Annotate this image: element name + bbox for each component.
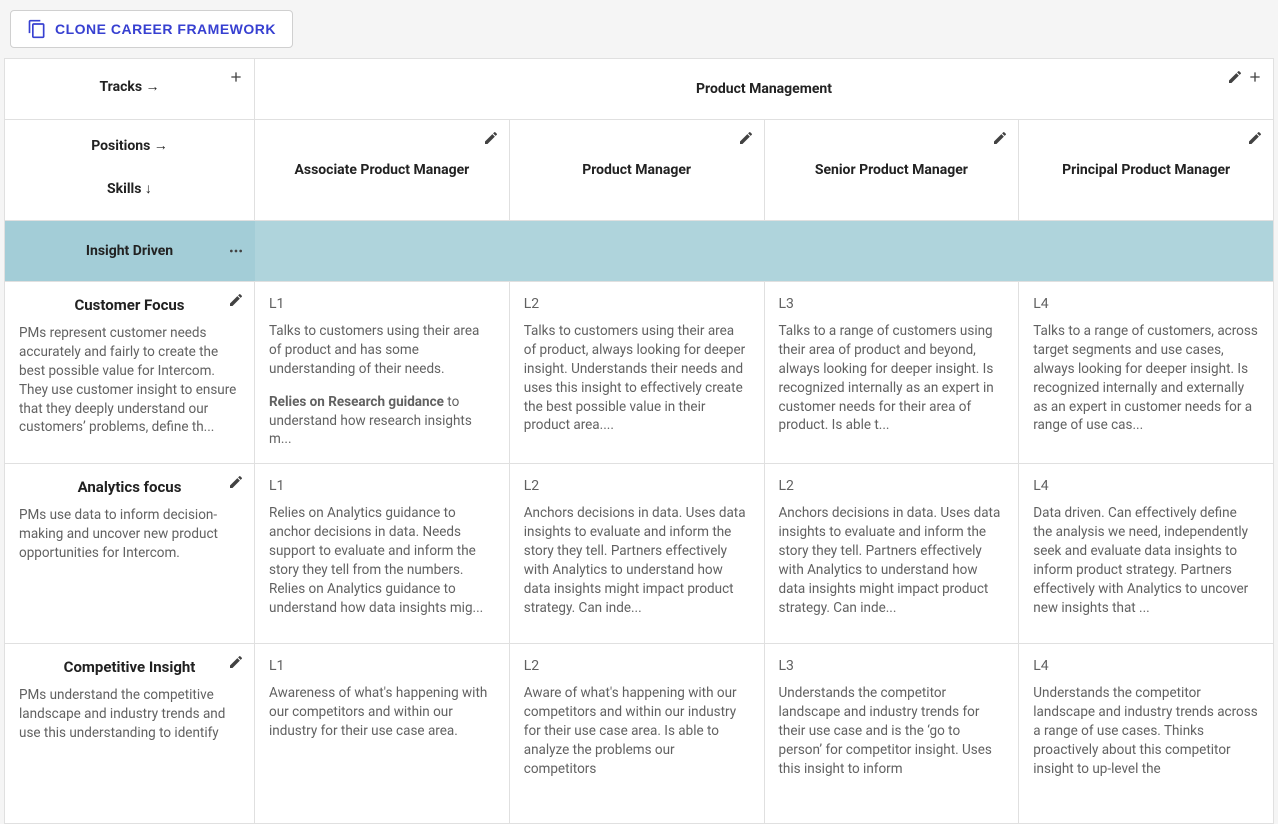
track-title: Product Management [696,81,832,97]
level-label: L2 [524,296,750,312]
positions-header-row: Positions → Skills ↓ Associate Product M… [5,119,1273,220]
level-label: L2 [524,478,750,494]
cell-body: Talks to customers using their area of p… [524,322,750,435]
skills-label: Skills ↓ [17,180,242,197]
skill-desc-1: PMs use data to inform decision-making a… [19,506,240,563]
positions-label: Positions → [17,137,242,154]
skill-row-0: Customer Focus PMs represent customer ne… [5,281,1273,463]
level-label: L3 [779,296,1005,312]
category-label: Insight Driven [17,243,242,259]
position-title-0: Associate Product Manager [294,162,469,178]
pencil-icon [228,474,244,490]
skill-1-cell-2: L2 Anchors decisions in data. Uses data … [765,464,1020,643]
skill-1-cell-0: L1 Relies on Analytics guidance to ancho… [255,464,510,643]
cell-body-2: Relies on Research guidance to understan… [269,393,495,450]
level-label: L4 [1033,478,1259,494]
clone-framework-label: Clone Career Framework [55,21,276,37]
cell-body: Anchors decisions in data. Uses data ins… [524,504,750,617]
position-title-1: Product Manager [582,162,691,178]
skill-0-cell-2: L3 Talks to a range of customers using t… [765,282,1020,463]
skill-row-2: Competitive Insight PMs understand the c… [5,643,1273,823]
clone-framework-button[interactable]: Clone Career Framework [10,10,293,48]
pencil-icon [1247,130,1263,146]
cell-body: Understands the competitor landscape and… [779,684,1005,778]
edit-skill-2-button[interactable] [226,652,246,675]
position-title-2: Senior Product Manager [815,162,968,178]
skill-1-cell-3: L4 Data driven. Can effectively define t… [1019,464,1273,643]
add-in-track-button[interactable] [1245,67,1265,90]
pencil-icon [483,130,499,146]
level-label: L1 [269,478,495,494]
pencil-icon [992,130,1008,146]
plus-icon [228,69,244,85]
category-menu-button[interactable] [226,241,246,264]
add-track-button[interactable] [226,67,246,90]
edit-skill-1-button[interactable] [226,472,246,495]
copy-icon [27,19,47,39]
edit-position-3-button[interactable] [1245,128,1265,151]
level-label: L3 [779,658,1005,674]
tracks-label: Tracks → [17,78,242,95]
edit-track-button[interactable] [1225,67,1245,90]
cell-body: Data driven. Can effectively define the … [1033,504,1259,617]
skill-desc-2: PMs understand the competitive landscape… [19,686,240,743]
level-label: L4 [1033,296,1259,312]
position-col-0: Associate Product Manager [255,120,510,220]
skill-row-1: Analytics focus PMs use data to inform d… [5,463,1273,643]
skill-title-0: Customer Focus [19,296,240,314]
pencil-icon [228,654,244,670]
level-label: L2 [779,478,1005,494]
skill-1-cell-1: L2 Anchors decisions in data. Uses data … [510,464,765,643]
cell-body: Talks to a range of customers using thei… [779,322,1005,435]
skill-desc-0: PMs represent customer needs accurately … [19,324,240,437]
level-label: L1 [269,296,495,312]
cell-body: Awareness of what's happening with our c… [269,684,495,741]
skill-2-cell-2: L3 Understands the competitor landscape … [765,644,1020,823]
level-label: L1 [269,658,495,674]
cell-body: Understands the competitor landscape and… [1033,684,1259,778]
position-col-2: Senior Product Manager [765,120,1020,220]
pencil-icon [738,130,754,146]
cell-body: Anchors decisions in data. Uses data ins… [779,504,1005,617]
plus-icon [1247,69,1263,85]
cell-body: Aware of what's happening with our compe… [524,684,750,778]
cell-body-strong: Relies on Research guidance [269,394,444,410]
skill-0-cell-1: L2 Talks to customers using their area o… [510,282,765,463]
position-col-1: Product Manager [510,120,765,220]
tracks-header-row: Tracks → Product Management [5,58,1273,119]
level-label: L2 [524,658,750,674]
skill-0-cell-3: L4 Talks to a range of customers, across… [1019,282,1273,463]
level-label: L4 [1033,658,1259,674]
edit-position-2-button[interactable] [990,128,1010,151]
skill-2-cell-1: L2 Aware of what's happening with our co… [510,644,765,823]
skill-0-cell-0: L1 Talks to customers using their area o… [255,282,510,463]
edit-skill-0-button[interactable] [226,290,246,313]
skill-2-cell-3: L4 Understands the competitor landscape … [1019,644,1273,823]
position-col-3: Principal Product Manager [1019,120,1273,220]
pencil-icon [1227,69,1243,85]
cell-body: Talks to customers using their area of p… [269,322,495,379]
cell-body: Relies on Analytics guidance to anchor d… [269,504,495,617]
edit-position-1-button[interactable] [736,128,756,151]
category-row: Insight Driven [5,220,1273,281]
cell-body: Talks to a range of customers, across ta… [1033,322,1259,435]
skill-2-cell-0: L1 Awareness of what's happening with ou… [255,644,510,823]
skill-title-2: Competitive Insight [19,658,240,676]
pencil-icon [228,292,244,308]
more-icon [228,243,244,259]
skill-title-1: Analytics focus [19,478,240,496]
position-title-3: Principal Product Manager [1062,162,1230,178]
edit-position-0-button[interactable] [481,128,501,151]
